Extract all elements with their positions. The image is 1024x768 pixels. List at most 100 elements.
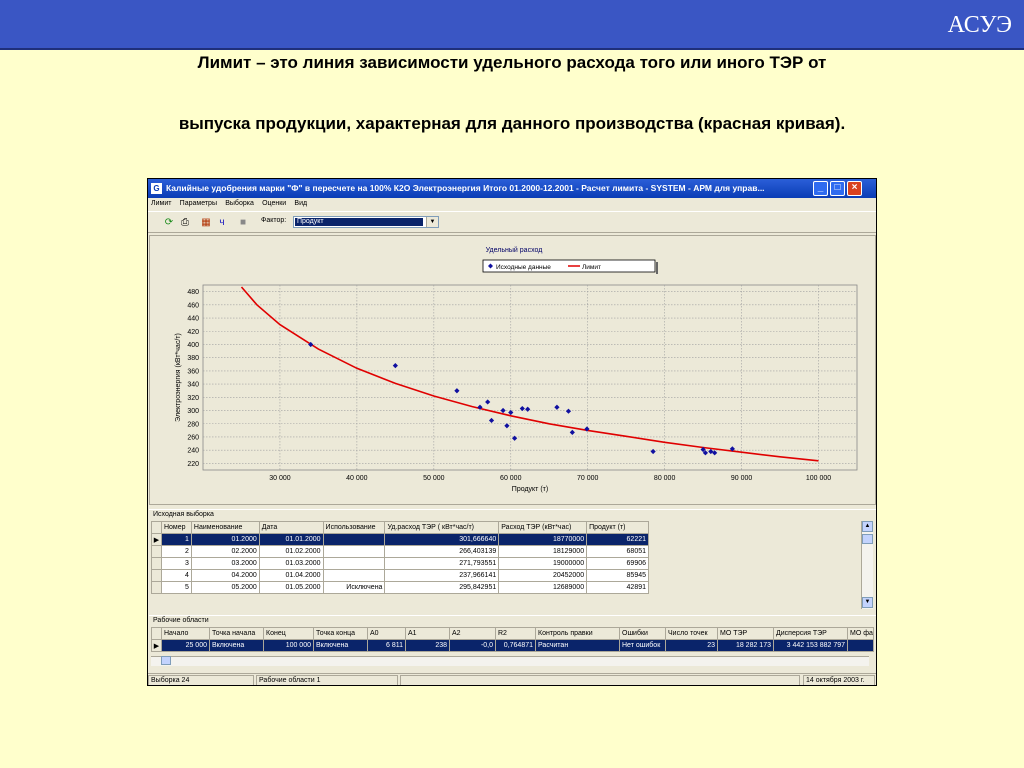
table-row[interactable]: 4 04.2000 01.04.2000 237,966141 20452000… [151, 569, 649, 582]
table-cell[interactable]: 20452000 [498, 569, 588, 582]
table-cell[interactable]: 69906 [586, 557, 649, 570]
column-header[interactable]: Контроль правки [535, 627, 620, 640]
table-cell[interactable]: 68051 [586, 545, 649, 558]
column-header[interactable]: Точка конца [313, 627, 368, 640]
column-header[interactable]: Наименование [190, 521, 260, 534]
table-row[interactable]: 2 02.2000 01.02.2000 266,403139 18129000… [151, 545, 649, 558]
column-header[interactable]: Ошибки [619, 627, 666, 640]
table-cell[interactable]: 01.03.2000 [258, 557, 324, 570]
table-cell[interactable]: 01.05.2000 [258, 581, 324, 594]
menu-limit[interactable]: Лимит [148, 199, 174, 208]
table-cell[interactable]: Включена [209, 639, 264, 652]
column-header[interactable]: МО ТЭР [717, 627, 774, 640]
table-cell[interactable]: 62221 [586, 533, 649, 546]
table-cell[interactable] [322, 545, 386, 558]
table-cell[interactable]: 18129000 [498, 545, 588, 558]
column-header[interactable]: Расход ТЭР (кВт*час) [498, 521, 588, 534]
table-cell[interactable]: 0,764871 [495, 639, 536, 652]
chevron-down-icon[interactable]: ▼ [426, 217, 438, 227]
table-cell[interactable]: 04.2000 [190, 569, 260, 582]
table-row[interactable]: 3 03.2000 01.03.2000 271,793551 19000000… [151, 557, 649, 570]
chart-icon[interactable]: ч [215, 216, 229, 230]
table-cell[interactable] [322, 557, 386, 570]
table-cell[interactable]: 03.2000 [190, 557, 260, 570]
table-cell[interactable]: 238 [405, 639, 450, 652]
scroll-left-icon[interactable] [161, 656, 171, 665]
table-cell[interactable] [847, 639, 874, 652]
print-icon[interactable]: ⎙ [178, 216, 192, 230]
scroll-up-icon[interactable]: ▲ [862, 521, 873, 532]
table-row[interactable]: ▶ 25 000 Включена 100 000 Включена 6 811… [151, 639, 874, 652]
table-cell[interactable]: 3 [160, 557, 192, 570]
column-header[interactable]: Номер [160, 521, 192, 534]
sample-vertical-scrollbar[interactable]: ▲ ▼ [861, 521, 873, 609]
column-header[interactable]: Уд.расход ТЭР ( кВт*час/т) [384, 521, 500, 534]
table-cell[interactable]: 19000000 [498, 557, 588, 570]
column-header[interactable]: Число точек [665, 627, 718, 640]
row-indicator [151, 581, 162, 594]
column-header[interactable]: A2 [449, 627, 496, 640]
menu-sample[interactable]: Выборка [222, 199, 257, 208]
save-icon[interactable]: ■ [236, 216, 250, 230]
close-button[interactable]: × [847, 181, 862, 196]
table-cell[interactable]: 01.2000 [190, 533, 260, 546]
slide-heading-line2: выпуска продукции, характерная для данно… [178, 114, 846, 133]
table-cell[interactable] [322, 533, 386, 546]
maximize-button[interactable]: □ [830, 181, 845, 196]
column-header[interactable]: R2 [495, 627, 536, 640]
table-cell[interactable]: 6 811 [367, 639, 406, 652]
factor-select[interactable]: Продукт ▼ [293, 216, 439, 228]
column-header[interactable]: Начало [161, 627, 210, 640]
column-header[interactable]: A1 [405, 627, 450, 640]
table-cell[interactable]: 5 [160, 581, 192, 594]
menu-estimates[interactable]: Оценки [259, 199, 289, 208]
table-cell[interactable] [322, 569, 386, 582]
column-header[interactable]: Конец [263, 627, 314, 640]
table-cell[interactable]: Включена [313, 639, 368, 652]
table-cell[interactable]: 4 [160, 569, 192, 582]
table-cell[interactable]: 01.02.2000 [258, 545, 324, 558]
column-header[interactable]: Дата [258, 521, 324, 534]
table-cell[interactable]: 2 [160, 545, 192, 558]
table-cell[interactable]: 18770000 [498, 533, 588, 546]
minimize-button[interactable]: _ [813, 181, 828, 196]
column-header[interactable]: Дисперсия ТЭР [773, 627, 848, 640]
table-cell[interactable]: Нет ошибок [619, 639, 666, 652]
table-cell[interactable]: 05.2000 [190, 581, 260, 594]
table-cell[interactable]: 12689000 [498, 581, 588, 594]
scroll-thumb[interactable] [862, 534, 873, 544]
table-cell[interactable]: Исключена [322, 581, 386, 594]
table-cell[interactable]: 237,966141 [384, 569, 500, 582]
column-header[interactable]: Использование [322, 521, 386, 534]
table-cell[interactable]: 02.2000 [190, 545, 260, 558]
table-cell[interactable]: Расчитан [535, 639, 620, 652]
table-cell[interactable]: 301,666640 [384, 533, 500, 546]
table-cell[interactable]: -0,0 [449, 639, 496, 652]
column-header[interactable]: Продукт (т) [586, 521, 649, 534]
table-cell[interactable]: 18 282 173 [717, 639, 774, 652]
table-row[interactable]: 5 05.2000 01.05.2000 Исключена 295,84295… [151, 581, 649, 594]
table-cell[interactable]: 23 [665, 639, 718, 652]
window-titlebar[interactable]: G Калийные удобрения марки "Ф" в пересче… [148, 179, 876, 198]
table-cell[interactable]: 25 000 [161, 639, 210, 652]
table-icon[interactable]: ▦ [199, 216, 213, 230]
table-cell[interactable]: 3 442 153 882 797 [773, 639, 848, 652]
refresh-icon[interactable]: ⟳ [162, 216, 176, 230]
table-cell[interactable]: 01.04.2000 [258, 569, 324, 582]
column-header[interactable]: Точка начала [209, 627, 264, 640]
table-cell[interactable]: 42891 [586, 581, 649, 594]
table-cell[interactable]: 1 [160, 533, 192, 546]
scroll-down-icon[interactable]: ▼ [862, 597, 873, 608]
table-cell[interactable]: 271,793551 [384, 557, 500, 570]
table-cell[interactable]: 85945 [586, 569, 649, 582]
table-cell[interactable]: 266,403139 [384, 545, 500, 558]
table-row[interactable]: ▶ 1 01.2000 01.01.2000 301,666640 187700… [151, 533, 649, 546]
column-header[interactable]: A0 [367, 627, 406, 640]
areas-horizontal-scrollbar[interactable] [151, 656, 869, 666]
column-header[interactable]: МО фа [847, 627, 874, 640]
table-cell[interactable]: 01.01.2000 [258, 533, 324, 546]
table-cell[interactable]: 100 000 [263, 639, 314, 652]
menu-parameters[interactable]: Параметры [177, 199, 220, 208]
table-cell[interactable]: 295,842951 [384, 581, 500, 594]
menu-view[interactable]: Вид [291, 199, 310, 208]
